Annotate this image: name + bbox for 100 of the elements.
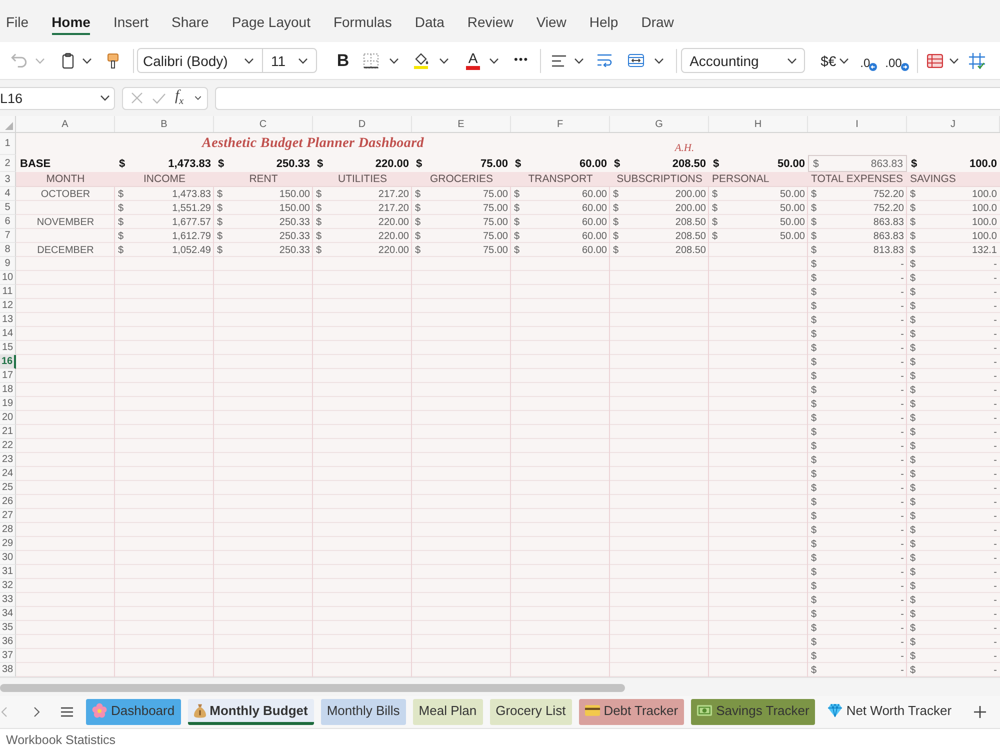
row-number[interactable]: 14 xyxy=(0,327,16,341)
bold-button[interactable]: B xyxy=(335,50,351,70)
column-header[interactable]: J xyxy=(907,116,1000,132)
row-number[interactable]: 3 xyxy=(0,172,16,187)
row-number[interactable]: 21 xyxy=(0,425,16,439)
caret-icon[interactable] xyxy=(298,58,308,64)
row-number[interactable]: 9 xyxy=(0,257,16,271)
add-sheet-icon[interactable] xyxy=(974,706,986,718)
row-number[interactable]: 32 xyxy=(0,579,16,593)
ribbon-tab[interactable]: Share xyxy=(171,12,209,35)
row-number[interactable]: 4 xyxy=(0,187,16,201)
row-number[interactable]: 13 xyxy=(0,313,16,327)
row-number[interactable]: 15 xyxy=(0,341,16,355)
row-number[interactable]: 24 xyxy=(0,467,16,481)
column-header[interactable]: I xyxy=(808,116,907,132)
ribbon-tab[interactable]: Data xyxy=(414,12,444,35)
row-number[interactable]: 28 xyxy=(0,523,16,537)
caret-icon[interactable] xyxy=(194,96,202,100)
caret-icon[interactable] xyxy=(82,58,92,64)
row-number[interactable]: 1 xyxy=(0,133,16,155)
ribbon-tab[interactable]: Page Layout xyxy=(232,12,310,35)
row-number[interactable]: 38 xyxy=(0,663,16,677)
caret-icon[interactable] xyxy=(839,58,850,64)
row-number[interactable]: 23 xyxy=(0,453,16,467)
decrease-decimal-button[interactable]: .0 xyxy=(860,50,878,70)
caret-icon[interactable] xyxy=(948,58,959,64)
column-header[interactable]: D xyxy=(313,116,412,132)
menu-icon[interactable] xyxy=(61,707,73,717)
caret-icon[interactable] xyxy=(389,58,399,64)
insert-function-button[interactable]: f$_{x}$ xyxy=(175,89,184,107)
column-header[interactable]: A xyxy=(16,116,115,132)
merge-cells-icon[interactable] xyxy=(628,54,644,67)
sheet-tab[interactable]: Grocery List xyxy=(490,699,572,725)
caret-icon[interactable] xyxy=(574,58,584,64)
row-number[interactable]: 34 xyxy=(0,607,16,621)
ribbon-tab[interactable]: View xyxy=(536,12,566,35)
caret-icon[interactable] xyxy=(489,58,499,64)
row-number[interactable]: 19 xyxy=(0,397,16,411)
ribbon-tab[interactable]: Insert xyxy=(113,12,148,35)
chevron-right-icon[interactable] xyxy=(34,707,40,717)
currency-button[interactable]: $€ xyxy=(820,50,836,70)
column-header[interactable]: G xyxy=(610,116,709,132)
borders-icon[interactable] xyxy=(363,52,379,68)
row-number[interactable]: 10 xyxy=(0,271,16,285)
row-number[interactable]: 2 xyxy=(0,155,16,172)
check-icon[interactable] xyxy=(152,92,166,104)
font-size-dropdown[interactable]: 11 xyxy=(263,49,316,72)
row-number[interactable]: 16 xyxy=(0,355,16,369)
table-icon[interactable] xyxy=(926,54,943,68)
caret-icon[interactable] xyxy=(439,58,449,64)
row-number[interactable]: 5 xyxy=(0,201,16,215)
row-number[interactable]: 18 xyxy=(0,383,16,397)
sheet-tab[interactable]: Monthly Bills xyxy=(320,699,406,725)
ribbon-tab[interactable]: File xyxy=(6,12,29,35)
row-number[interactable]: 20 xyxy=(0,411,16,425)
column-header[interactable]: H xyxy=(709,116,808,132)
number-format-dropdown[interactable]: Accounting xyxy=(680,48,805,73)
row-number[interactable]: 33 xyxy=(0,593,16,607)
column-header[interactable]: C xyxy=(214,116,313,132)
sheet-tab[interactable]: Net Worth Tracker xyxy=(822,699,958,725)
caret-icon[interactable] xyxy=(244,58,254,64)
row-number[interactable]: 22 xyxy=(0,439,16,453)
row-number[interactable]: 27 xyxy=(0,509,16,523)
sheet-tab[interactable]: Monthly Budget xyxy=(188,699,314,725)
sheet-tab[interactable]: Meal Plan xyxy=(412,699,483,725)
row-number[interactable]: 37 xyxy=(0,649,16,663)
fill-color-icon[interactable] xyxy=(414,52,429,68)
caret-icon[interactable] xyxy=(100,95,110,101)
column-header[interactable]: E xyxy=(412,116,511,132)
align-icon[interactable] xyxy=(552,54,566,66)
row-number[interactable]: 30 xyxy=(0,551,16,565)
font-name-dropdown[interactable]: Calibri (Body) xyxy=(138,49,263,72)
ribbon-tab[interactable]: Review xyxy=(467,12,514,35)
scrollbar-thumb[interactable] xyxy=(0,684,625,692)
row-number[interactable]: 11 xyxy=(0,285,16,299)
font-color-button[interactable]: A xyxy=(466,51,480,70)
ribbon-tab[interactable]: Help xyxy=(589,12,618,35)
status-text[interactable]: Workbook Statistics xyxy=(6,732,116,746)
ribbon-tab[interactable]: Formulas xyxy=(333,12,392,35)
row-number[interactable]: 26 xyxy=(0,495,16,509)
row-number[interactable]: 6 xyxy=(0,215,16,229)
column-header[interactable]: B xyxy=(115,116,214,132)
ribbon-tab[interactable]: Home xyxy=(52,12,90,35)
row-number[interactable]: 8 xyxy=(0,243,16,257)
ribbon-tab[interactable]: Draw xyxy=(641,12,674,35)
row-number[interactable]: 29 xyxy=(0,537,16,551)
more-options-button[interactable]: ••• xyxy=(514,50,529,70)
name-box[interactable]: L16 xyxy=(0,86,115,110)
sheet-tab[interactable]: Debt Tracker xyxy=(578,699,684,725)
row-number[interactable]: 31 xyxy=(0,565,16,579)
formula-input[interactable] xyxy=(215,86,1000,110)
row-number[interactable]: 36 xyxy=(0,635,16,649)
row-number[interactable]: 25 xyxy=(0,481,16,495)
clipboard-icon[interactable] xyxy=(62,52,74,68)
row-number[interactable]: 17 xyxy=(0,369,16,383)
sheet-tab[interactable]: Savings Tracker xyxy=(691,699,816,725)
caret-icon[interactable] xyxy=(786,58,797,64)
grid-icon[interactable] xyxy=(968,52,985,68)
row-number[interactable]: 7 xyxy=(0,229,16,243)
wrap-text-icon[interactable] xyxy=(596,54,612,67)
